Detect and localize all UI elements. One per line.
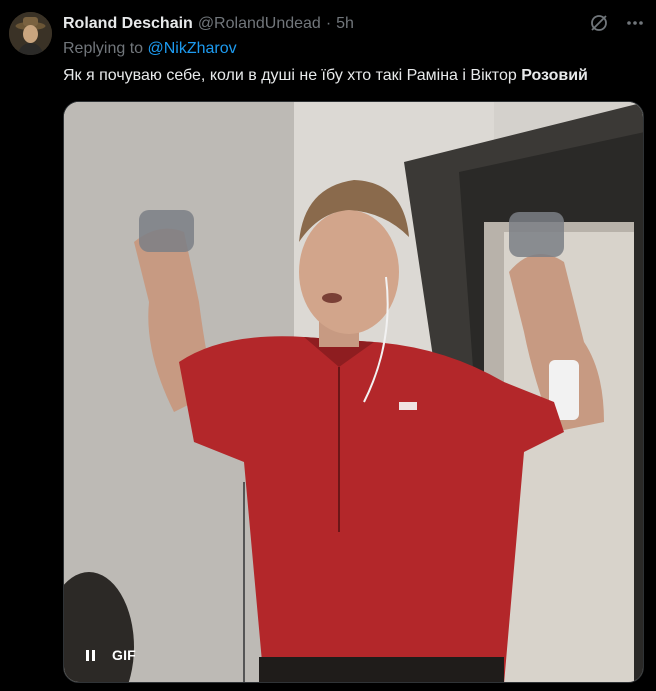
tweet-header: Roland Deschain @RolandUndead · 5h xyxy=(63,14,354,34)
user-handle[interactable]: @RolandUndead xyxy=(198,14,321,34)
timestamp[interactable]: 5h xyxy=(336,14,354,34)
replying-to: Replying to @NikZharov xyxy=(63,39,237,59)
gif-frame xyxy=(64,102,643,682)
avatar[interactable] xyxy=(9,12,52,55)
reply-mention-link[interactable]: @NikZharov xyxy=(148,40,237,57)
more-icon[interactable] xyxy=(624,12,646,34)
gif-media[interactable]: GIF xyxy=(63,101,644,683)
tweet[interactable]: Roland Deschain @RolandUndead · 5h Reply… xyxy=(0,0,656,691)
grok-icon[interactable] xyxy=(588,12,610,34)
tweet-actions-top xyxy=(588,12,646,34)
tweet-text: Як я почуваю себе, коли в душі не їбу хт… xyxy=(63,66,588,86)
gif-controls: GIF xyxy=(78,642,136,668)
tweet-text-main: Як я почуваю себе, коли в душі не їбу хт… xyxy=(63,67,517,84)
display-name[interactable]: Roland Deschain xyxy=(63,14,193,34)
gif-badge: GIF xyxy=(112,647,136,663)
pause-icon[interactable] xyxy=(78,643,102,667)
separator-dot: · xyxy=(325,15,332,32)
replying-prefix: Replying to xyxy=(63,40,144,57)
tweet-text-bold: Розовий xyxy=(521,67,588,84)
